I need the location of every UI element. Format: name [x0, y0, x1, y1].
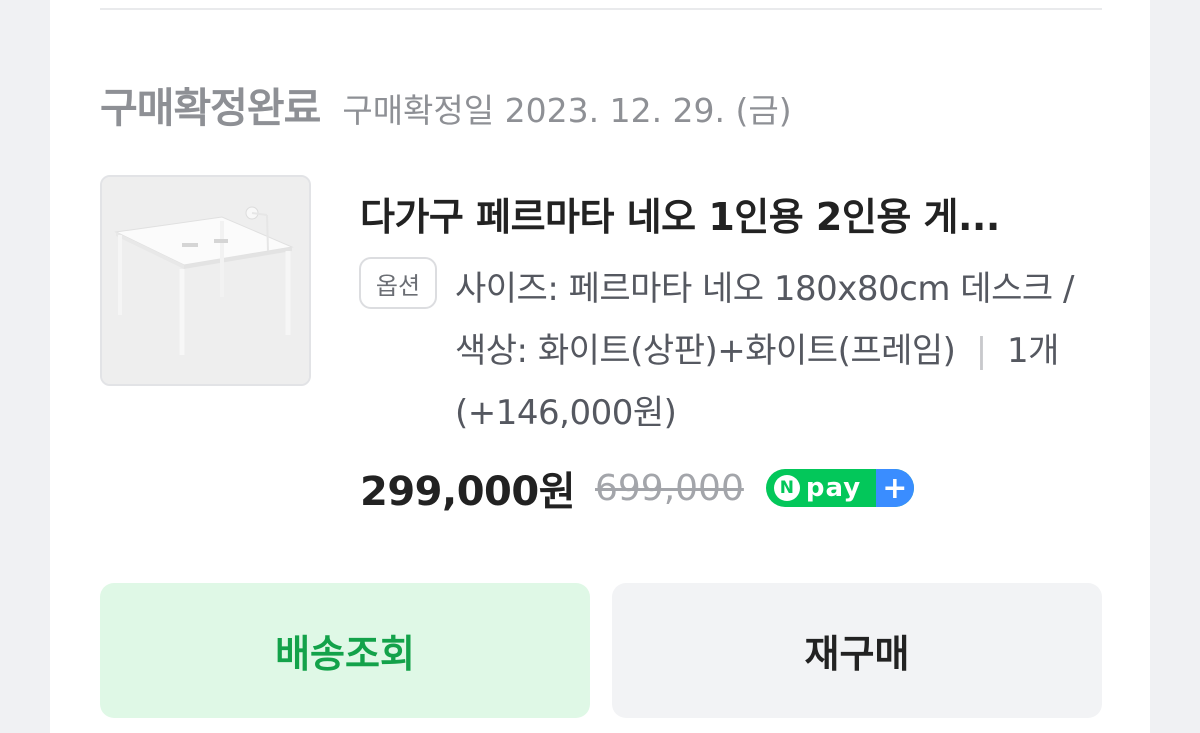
npay-label: pay [805, 473, 862, 503]
original-price: 699,000 [595, 467, 744, 509]
order-status-row: 구매확정완료 구매확정일 2023. 12. 29. (금) [100, 74, 792, 134]
product-title[interactable]: 다가구 페르마타 네오 1인용 2인용 게... [360, 186, 1100, 241]
white-desk-image-icon [102, 177, 309, 384]
status-date: 구매확정일 2023. 12. 29. (금) [342, 91, 792, 130]
npay-n-mark: N [773, 475, 800, 501]
separator: | [975, 331, 987, 371]
sale-price: 299,000원 [360, 469, 576, 515]
rebuy-button[interactable]: 재구매 [612, 583, 1102, 718]
quantity: 1개 [1007, 331, 1059, 371]
npay-plus-mark: + [875, 469, 914, 507]
option-details: 사이즈: 페르마타 네오 180x80cm 데스크 / 색상: 화이트(상판)+… [455, 258, 1095, 444]
status-title: 구매확정완료 [100, 84, 321, 132]
option-price: (+146,000원) [455, 393, 677, 433]
order-card: 구매확정완료 구매확정일 2023. 12. 29. (금) 다가구 페르마타 … [50, 0, 1150, 733]
price-row: 299,000원 699,000 N pay + [360, 460, 914, 516]
option-badge: 옵션 [359, 257, 437, 309]
npay-plus-icon: N pay + [765, 469, 914, 507]
top-divider [100, 8, 1102, 10]
track-delivery-button[interactable]: 배송조회 [100, 583, 590, 718]
product-thumbnail[interactable] [100, 175, 311, 386]
